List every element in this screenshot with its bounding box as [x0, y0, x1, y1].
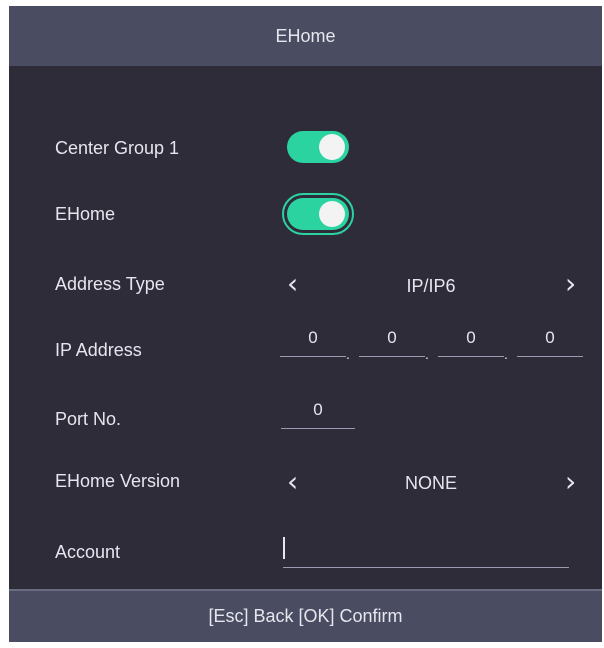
ip-address-label: IP Address	[55, 340, 142, 360]
toggle-knob	[319, 201, 345, 227]
ip-dot: .	[346, 346, 350, 362]
chevron-left-icon[interactable]: ‹	[287, 468, 298, 496]
page-title: EHome	[275, 25, 336, 46]
ehome-version-value: NONE	[404, 473, 457, 493]
ip-octet-4[interactable]: 0	[517, 326, 583, 357]
ip-dot: .	[504, 346, 508, 362]
text-caret	[283, 537, 285, 559]
toggle-knob	[319, 134, 345, 160]
ip-octet-1[interactable]: 0	[280, 326, 346, 357]
title-bar: EHome	[9, 6, 602, 66]
center-group-label: Center Group 1	[55, 138, 180, 158]
account-input[interactable]	[283, 537, 569, 568]
footer-bar: [Esc] Back [OK] Confirm	[9, 589, 602, 642]
center-group-toggle[interactable]	[287, 131, 349, 163]
footer-hint: [Esc] Back [OK] Confirm	[208, 606, 403, 626]
chevron-right-icon[interactable]: ›	[565, 468, 576, 496]
port-input[interactable]: 0	[281, 398, 355, 429]
ehome-toggle[interactable]	[282, 193, 354, 235]
account-label: Account	[55, 542, 121, 562]
ip-octet-3[interactable]: 0	[438, 326, 504, 357]
chevron-left-icon[interactable]: ‹	[287, 270, 298, 298]
ehome-version-label: EHome Version	[55, 471, 181, 491]
ip-octet-2[interactable]: 0	[359, 326, 425, 357]
chevron-right-icon[interactable]: ›	[565, 270, 576, 298]
ehome-settings-screen: EHome Center Group 1 EHome Address Type …	[9, 6, 602, 642]
ehome-label: EHome	[55, 204, 116, 224]
port-label: Port No.	[55, 409, 122, 429]
address-type-value: IP/IP6	[406, 276, 456, 296]
address-type-label: Address Type	[55, 274, 165, 294]
ip-dot: .	[425, 346, 429, 362]
